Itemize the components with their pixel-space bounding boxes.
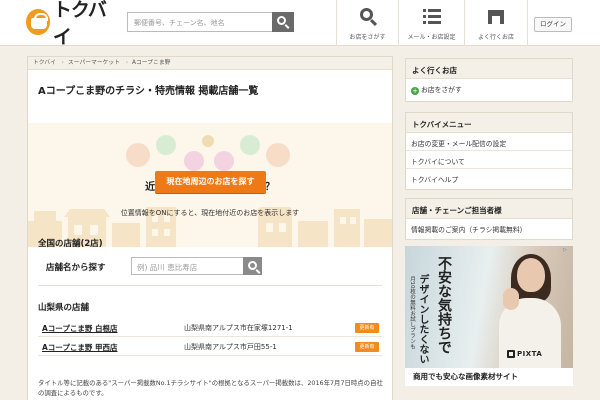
nav-favorite-stores-label: よく行くお店 — [477, 34, 514, 41]
sidebar-menu: トクバイメニュー お店の変更・メール配信の設定 トクバイについて トクバイヘルプ — [405, 112, 573, 190]
breadcrumb: トクバイ スーパーマーケット Aコープこま野 — [28, 57, 392, 70]
prefecture-heading: 山梨県の店舗 — [38, 303, 90, 313]
updated-badge: 更新有 — [355, 323, 379, 333]
search-icon — [277, 16, 286, 25]
ad-footer-text: 商用でも安心な画像素材サイト — [405, 368, 573, 386]
nav-find-store[interactable]: お店をさがす — [336, 0, 398, 46]
store-link[interactable]: Aコープこま野 甲西店 — [42, 342, 117, 353]
advertisement-banner[interactable]: 不安な気持ちで デザインしたくない 月10枚の無料お試しプランも PIXTA ▷… — [405, 246, 573, 386]
search-icon — [358, 8, 378, 26]
ad-caption: 月10枚の無料お試しプランも — [409, 276, 415, 349]
ad-brand: PIXTA — [517, 350, 543, 358]
ad-info-icon[interactable]: ▷ — [563, 247, 571, 254]
updated-badge: 更新有 — [355, 342, 379, 352]
nav-favorite-stores[interactable]: よく行くお店 — [464, 0, 528, 46]
sidebar-item-help[interactable]: トクバイヘルプ — [406, 169, 572, 187]
sidebar-frequent-stores: よく行くお店 + お店をさがす — [405, 58, 573, 102]
sidebar-item-listing-info[interactable]: 情報掲載のご案内（チラシ掲載無料） — [406, 219, 572, 237]
store-icon — [486, 8, 506, 26]
main-content: トクバイ スーパーマーケット Aコープこま野 Aコープこま野のチラシ・特売情報 … — [27, 56, 393, 400]
sidebar-find-store-link[interactable]: + お店をさがす — [406, 79, 572, 97]
nav-mail-settings-label: メール・お店設定 — [407, 34, 456, 41]
sidebar-item-about[interactable]: トクバイについて — [406, 151, 572, 169]
sidebar-heading: トクバイメニュー — [406, 113, 572, 133]
nav-mail-settings[interactable]: メール・お店設定 — [398, 0, 464, 46]
pixta-logo-icon — [507, 350, 515, 358]
section-divider — [38, 285, 382, 286]
site-logo[interactable]: トクバイ — [26, 0, 118, 48]
location-search-input[interactable]: 郵便番号、チェーン名、地名 — [127, 12, 273, 32]
store-search-label: 店舗名から探す — [46, 263, 106, 273]
find-nearby-stores-button[interactable]: 現在地周辺のお店を探す — [155, 171, 266, 193]
logo-text: トクバイ — [52, 0, 107, 48]
sidebar-item-settings[interactable]: お店の変更・メール配信の設定 — [406, 133, 572, 151]
breadcrumb-item: Aコープこま野 — [132, 60, 171, 66]
store-address: 山梨県南アルプス市戸田55-1 — [184, 343, 277, 351]
store-row: Aコープこま野 甲西店 山梨県南アルプス市戸田55-1 更新有 — [38, 338, 382, 356]
all-stores-heading: 全国の店舗(2店) — [38, 239, 103, 249]
sidebar-heading: 店舗・チェーンご担当者様 — [406, 199, 572, 219]
site-header: トクバイ 郵便番号、チェーン名、地名 お店をさがす メール・お店設定 よく行くお… — [0, 0, 600, 48]
sidebar-link-label: お店をさがす — [421, 86, 462, 94]
breadcrumb-item[interactable]: スーパーマーケット — [63, 57, 128, 69]
plus-icon: + — [411, 87, 419, 95]
ad-subheadline: デザインしたくない — [417, 274, 428, 364]
list-icon — [422, 8, 442, 26]
sidebar-heading: よく行くお店 — [406, 59, 572, 79]
ad-headline: 不安な気持ちで — [436, 256, 452, 354]
breadcrumb-item[interactable]: トクバイ — [28, 57, 64, 69]
footnote: タイトル等に記載のある"スーパー掲載数No.1チラシサイト"の根拠となるスーパー… — [38, 379, 383, 397]
store-name-search-input[interactable]: 例) 品川 恵比寿店 — [131, 257, 244, 275]
sidebar-business: 店舗・チェーンご担当者様 情報掲載のご案内（チラシ掲載無料） — [405, 198, 573, 240]
store-row: Aコープこま野 白根店 山梨県南アルプス市在家塚1271-1 更新有 — [38, 319, 382, 337]
store-search-button[interactable] — [243, 257, 262, 275]
hero-subtitle: 位置情報をONにすると、現在地付近のお店を表示します — [120, 209, 300, 217]
nav-find-store-label: お店をさがす — [349, 34, 386, 41]
store-search-row: 店舗名から探す 例) 品川 恵比寿店 — [28, 253, 392, 281]
store-link[interactable]: Aコープこま野 白根店 — [42, 323, 117, 334]
page-title: Aコープこま野のチラシ・特売情報 掲載店舗一覧 — [38, 86, 259, 97]
store-address: 山梨県南アルプス市在家塚1271-1 — [184, 324, 293, 332]
login-button[interactable]: ログイン — [534, 17, 572, 32]
location-search-button[interactable] — [272, 12, 294, 32]
shopping-bag-icon — [26, 9, 50, 35]
search-icon — [248, 261, 257, 270]
